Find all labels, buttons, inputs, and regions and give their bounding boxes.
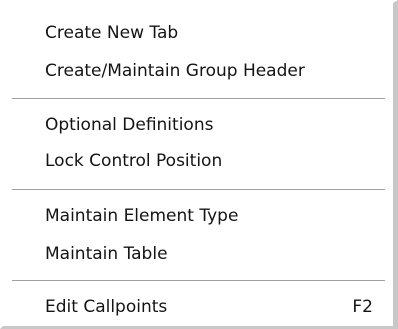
menu-item-shortcut: F2 <box>352 297 373 317</box>
menu-item-label: Create/Maintain Group Header <box>45 61 305 81</box>
menu-separator <box>12 98 385 100</box>
menu-item-create-maintain-group-header[interactable]: Create/Maintain Group Header <box>3 55 393 87</box>
menu-separator <box>12 280 385 282</box>
menu-item-label: Lock Control Position <box>45 151 223 171</box>
menu-item-label: Edit Callpoints <box>45 297 168 317</box>
menu-item-label: Maintain Table <box>45 244 168 264</box>
menu-item-optional-definitions[interactable]: Optional Definitions <box>3 109 393 141</box>
menu-item-lock-control-position[interactable]: Lock Control Position <box>3 145 393 177</box>
menu-separator <box>12 189 385 191</box>
menu-item-label: Maintain Element Type <box>45 206 239 226</box>
menu-item-label: Optional Definitions <box>45 115 214 135</box>
menu-item-label: Create New Tab <box>45 23 179 43</box>
menu-item-edit-callpoints[interactable]: Edit Callpoints F2 <box>3 291 393 323</box>
context-menu: Create New Tab Create/Maintain Group Hea… <box>0 0 398 329</box>
menu-item-create-new-tab[interactable]: Create New Tab <box>3 17 393 49</box>
menu-item-maintain-element-type[interactable]: Maintain Element Type <box>3 200 393 232</box>
menu-item-maintain-table[interactable]: Maintain Table <box>3 238 393 270</box>
